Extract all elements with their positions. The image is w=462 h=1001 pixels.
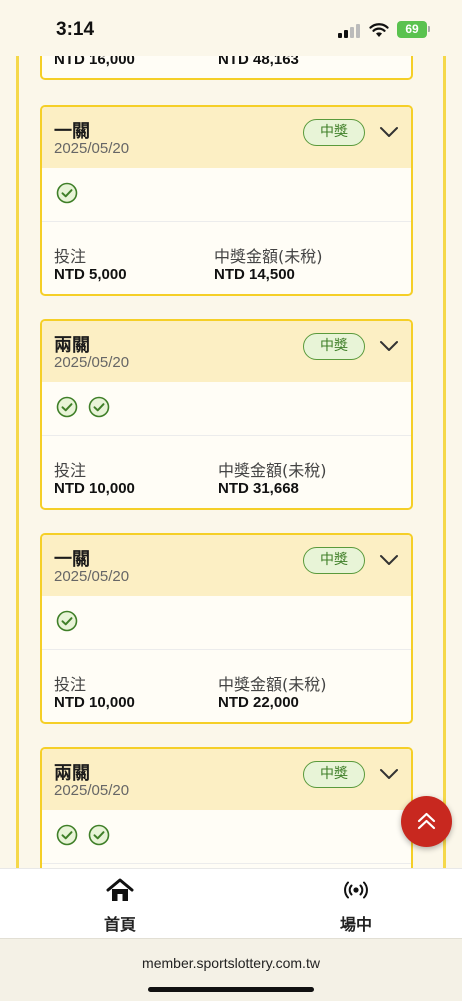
card-date: 2025/05/20 xyxy=(54,140,130,157)
bet-amount-value: NTD 5,000 xyxy=(54,266,127,283)
bet-amount-label: 投注 xyxy=(54,675,87,694)
prize-amount-value: NTD 31,668 xyxy=(218,480,299,497)
bet-amount-value: NTD 10,000 xyxy=(54,480,135,497)
wifi-icon xyxy=(369,23,389,37)
card-stats: 投注 NTD 5,000 中獎金額(未稅) NTD 14,500 xyxy=(42,222,411,294)
bet-amount-label: 投注 xyxy=(54,461,87,480)
nav-home-label: 首頁 xyxy=(103,915,136,934)
prize-amount-label: 中獎金額(未稅) xyxy=(218,461,327,480)
card-header[interactable]: 一關 2025/05/20 中獎 xyxy=(42,535,411,596)
url-text: member.sportslottery.com.tw xyxy=(142,955,320,971)
bet-list: NTD 16,000 NTD 48,163 一關 2025/05/20 中獎 投… xyxy=(0,0,462,868)
home-icon xyxy=(106,878,134,901)
leg-results xyxy=(42,596,411,650)
broadcast-icon xyxy=(344,881,368,899)
bet-amount-label: 投注 xyxy=(54,247,87,266)
bet-amount-value: NTD 10,000 xyxy=(54,694,135,711)
prize-amount-value: NTD 14,500 xyxy=(214,266,295,283)
leg-results xyxy=(42,382,411,436)
bet-card[interactable]: 一關 2025/05/20 中獎 投注 NTD 10,000 中獎金額(未稅) … xyxy=(40,533,413,724)
nav-live-label: 場中 xyxy=(339,915,372,934)
win-badge: 中獎 xyxy=(303,119,365,146)
check-circle-icon xyxy=(56,610,78,632)
card-date: 2025/05/20 xyxy=(54,782,130,799)
chevron-down-icon[interactable] xyxy=(379,767,399,781)
bottom-nav: 首頁 場中 xyxy=(0,868,462,939)
leg-results xyxy=(42,810,411,864)
leg-results xyxy=(42,168,411,222)
prize-amount-value: NTD 22,000 xyxy=(218,694,299,711)
chevron-down-icon[interactable] xyxy=(379,125,399,139)
signal-icon xyxy=(338,24,362,38)
bet-card[interactable]: 兩關 2025/05/20 中獎 xyxy=(40,747,413,868)
win-badge: 中獎 xyxy=(303,761,365,788)
card-header[interactable]: 兩關 2025/05/20 中獎 xyxy=(42,749,411,810)
prize-amount-label: 中獎金額(未稅) xyxy=(218,675,327,694)
scroll-to-top-button[interactable] xyxy=(401,796,452,847)
card-date: 2025/05/20 xyxy=(54,354,130,371)
list-border-right xyxy=(443,56,446,868)
nav-home[interactable]: 首頁 xyxy=(80,877,160,935)
win-badge: 中獎 xyxy=(303,333,365,360)
card-stats: 投注 NTD 10,000 中獎金額(未稅) NTD 22,000 xyxy=(42,650,411,722)
card-header[interactable]: 一關 2025/05/20 中獎 xyxy=(42,107,411,168)
check-circle-icon xyxy=(88,824,110,846)
win-badge: 中獎 xyxy=(303,547,365,574)
check-circle-icon xyxy=(88,396,110,418)
status-time: 3:14 xyxy=(56,19,95,40)
home-indicator xyxy=(148,987,314,992)
list-border-left xyxy=(16,56,19,868)
card-header[interactable]: 兩關 2025/05/20 中獎 xyxy=(42,321,411,382)
battery-cap xyxy=(428,26,430,32)
chevron-down-icon[interactable] xyxy=(379,339,399,353)
check-circle-icon xyxy=(56,396,78,418)
nav-live[interactable]: 場中 xyxy=(316,877,396,935)
battery-indicator: 69 xyxy=(397,21,427,38)
prize-amount-label: 中獎金額(未稅) xyxy=(214,247,323,266)
check-circle-icon xyxy=(56,824,78,846)
card-stats: 投注 NTD 10,000 中獎金額(未稅) NTD 31,668 xyxy=(42,436,411,508)
card-date: 2025/05/20 xyxy=(54,568,130,585)
status-bar: 3:14 69 xyxy=(0,0,462,56)
bet-card[interactable]: 一關 2025/05/20 中獎 投注 NTD 5,000 中獎金額(未稅) N… xyxy=(40,105,413,296)
bet-card[interactable]: 兩關 2025/05/20 中獎 投注 NTD 10,000 中獎金額(未稅) … xyxy=(40,319,413,510)
chevron-down-icon[interactable] xyxy=(379,553,399,567)
check-circle-icon xyxy=(56,182,78,204)
browser-address-bar[interactable]: member.sportslottery.com.tw xyxy=(0,938,462,1001)
double-chevron-up-icon xyxy=(417,812,436,830)
